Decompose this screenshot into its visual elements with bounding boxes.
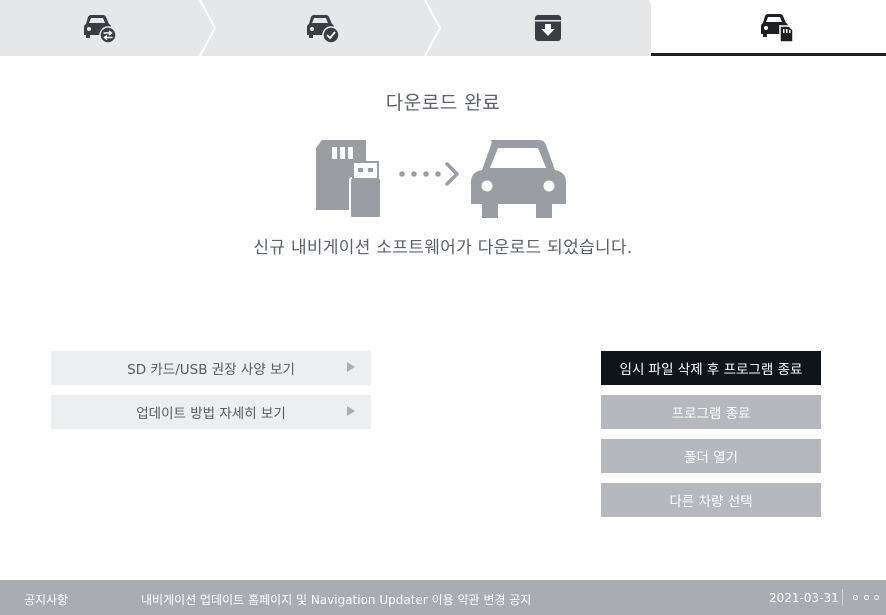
notice-label: 공지사항 bbox=[24, 593, 69, 607]
usb-drive-icon bbox=[349, 161, 382, 219]
page-title: 다운로드 완료 bbox=[385, 92, 501, 114]
progress-stepper bbox=[0, 0, 886, 56]
step-4 bbox=[670, 0, 886, 56]
active-step-indicator bbox=[651, 53, 886, 56]
play-arrow-icon bbox=[347, 362, 355, 372]
car-sdcard-icon bbox=[761, 14, 794, 43]
car-check-icon bbox=[306, 15, 340, 43]
notice-footer: 공지사항 내비게이션 업데이트 홈페이지 및 Navigation Update… bbox=[0, 580, 886, 615]
exit-program-button[interactable]: 프로그램 종료 bbox=[601, 395, 821, 429]
play-arrow-icon bbox=[347, 406, 355, 416]
step-2 bbox=[220, 0, 425, 56]
car-icon bbox=[471, 140, 566, 218]
notice-link[interactable]: 내비게이션 업데이트 홈페이지 및 Navigation Updater 이용 … bbox=[141, 591, 531, 608]
footer-divider bbox=[842, 589, 843, 606]
step-separator bbox=[649, 0, 667, 56]
step-separator bbox=[424, 0, 442, 56]
sd-usb-specs-label: SD 카드/USB 권장 사양 보기 bbox=[127, 362, 295, 378]
open-folder-button[interactable]: 폴더 열기 bbox=[601, 439, 821, 473]
step-separator bbox=[199, 0, 217, 56]
update-guide-button[interactable]: 업데이트 방법 자세히 보기 bbox=[51, 395, 371, 429]
delete-temp-and-exit-button[interactable]: 임시 파일 삭제 후 프로그램 종료 bbox=[601, 351, 821, 385]
step-3 bbox=[445, 0, 650, 56]
status-message: 신규 내비게이션 소프트웨어가 다운로드 되었습니다. bbox=[253, 238, 633, 258]
download-box-icon bbox=[534, 15, 561, 41]
more-icon[interactable] bbox=[853, 590, 879, 604]
update-guide-label: 업데이트 방법 자세히 보기 bbox=[136, 406, 286, 422]
dotted-arrow-icon bbox=[399, 162, 459, 186]
select-other-vehicle-button[interactable]: 다른 차량 선택 bbox=[601, 483, 821, 517]
car-sync-icon bbox=[84, 15, 117, 43]
notice-date: 2021-03-31 bbox=[769, 591, 839, 605]
step-1 bbox=[0, 0, 200, 56]
download-illustration bbox=[316, 140, 566, 219]
sd-usb-specs-button[interactable]: SD 카드/USB 권장 사양 보기 bbox=[51, 351, 371, 385]
